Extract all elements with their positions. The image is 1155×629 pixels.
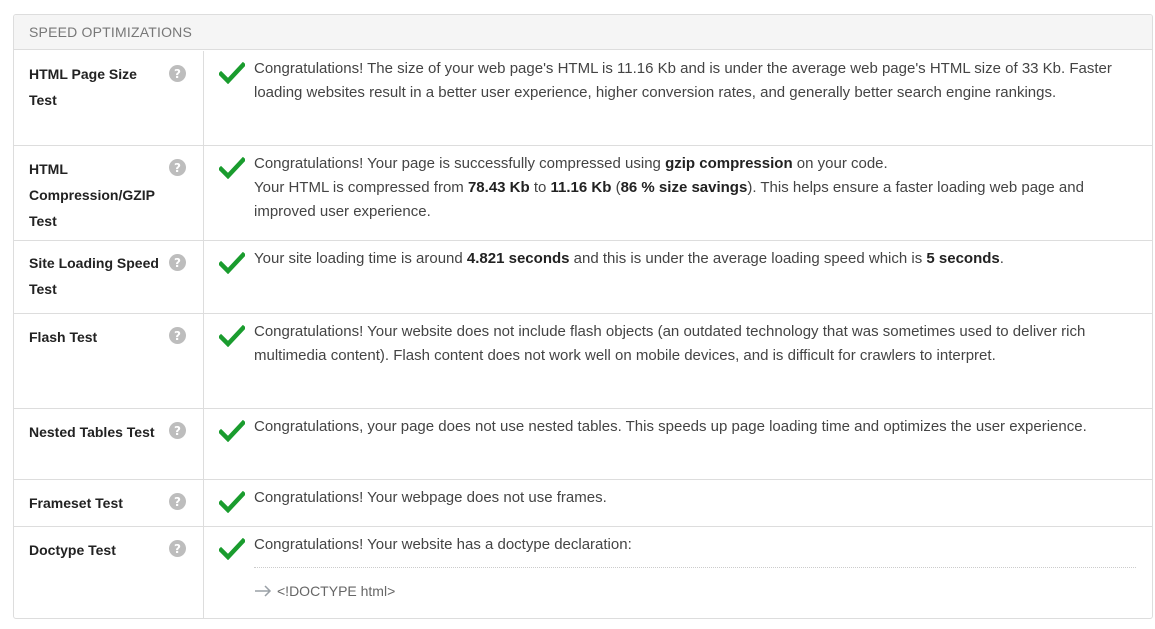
- test-result-text: Congratulations! The size of your web pa…: [254, 60, 1112, 101]
- test-result-text: Congratulations, your page does not use …: [254, 418, 1087, 435]
- checkmark-icon: [219, 325, 245, 347]
- test-row-flash: Flash Test ? Congratulations! Your websi…: [14, 314, 1152, 409]
- question-circle-icon[interactable]: ?: [169, 65, 186, 82]
- test-label: Flash Test: [29, 329, 98, 345]
- test-result-text: Congratulations! Your website has a doct…: [254, 536, 632, 553]
- test-row-loading-speed: Site Loading Speed Test ? Your site load…: [14, 241, 1152, 314]
- checkmark-icon: [219, 420, 245, 442]
- question-circle-icon[interactable]: ?: [169, 159, 186, 176]
- question-circle-icon[interactable]: ?: [169, 254, 186, 271]
- test-result-text: Your site loading time is around 4.821 s…: [254, 250, 1004, 267]
- panel-title: SPEED OPTIMIZATIONS: [14, 15, 1152, 50]
- divider: [254, 567, 1136, 568]
- test-result-text: Congratulations! Your page is successful…: [254, 146, 1136, 224]
- checkmark-icon: [219, 491, 245, 513]
- test-row-nested-tables: Nested Tables Test ? Congratulations, yo…: [14, 409, 1152, 480]
- test-row-doctype: Doctype Test ? Congratulations! Your web…: [14, 527, 1152, 618]
- test-row-frameset: Frameset Test ? Congratulations! Your we…: [14, 480, 1152, 527]
- test-label: Site Loading Speed Test: [29, 255, 159, 297]
- arrow-right-icon: [255, 585, 272, 597]
- question-circle-icon[interactable]: ?: [169, 327, 186, 344]
- test-label: HTML Compression/GZIP Test: [29, 161, 155, 229]
- test-label: HTML Page Size Test: [29, 66, 137, 108]
- test-row-html-page-size: HTML Page Size Test ? Congratulations! T…: [14, 51, 1152, 146]
- doctype-value: <!DOCTYPE html>: [254, 583, 395, 599]
- checkmark-icon: [219, 252, 245, 274]
- test-label: Nested Tables Test: [29, 424, 155, 440]
- question-circle-icon[interactable]: ?: [169, 493, 186, 510]
- checkmark-icon: [219, 62, 245, 84]
- question-circle-icon[interactable]: ?: [169, 540, 186, 557]
- test-label: Doctype Test: [29, 542, 116, 558]
- gzip-line-2: Your HTML is compressed from 78.43 Kb to…: [254, 179, 1084, 220]
- question-circle-icon[interactable]: ?: [169, 422, 186, 439]
- doctype-text: <!DOCTYPE html>: [277, 583, 396, 599]
- checkmark-icon: [219, 157, 245, 179]
- test-result-text: Congratulations! Your webpage does not u…: [254, 489, 607, 506]
- test-row-gzip: HTML Compression/GZIP Test ? Congratulat…: [14, 146, 1152, 241]
- test-result-text: Congratulations! Your website does not i…: [254, 323, 1086, 364]
- speed-optimizations-panel: SPEED OPTIMIZATIONS HTML Page Size Test …: [13, 14, 1153, 619]
- gzip-line-1: Congratulations! Your page is successful…: [254, 155, 888, 172]
- test-label: Frameset Test: [29, 495, 123, 511]
- checkmark-icon: [219, 538, 245, 560]
